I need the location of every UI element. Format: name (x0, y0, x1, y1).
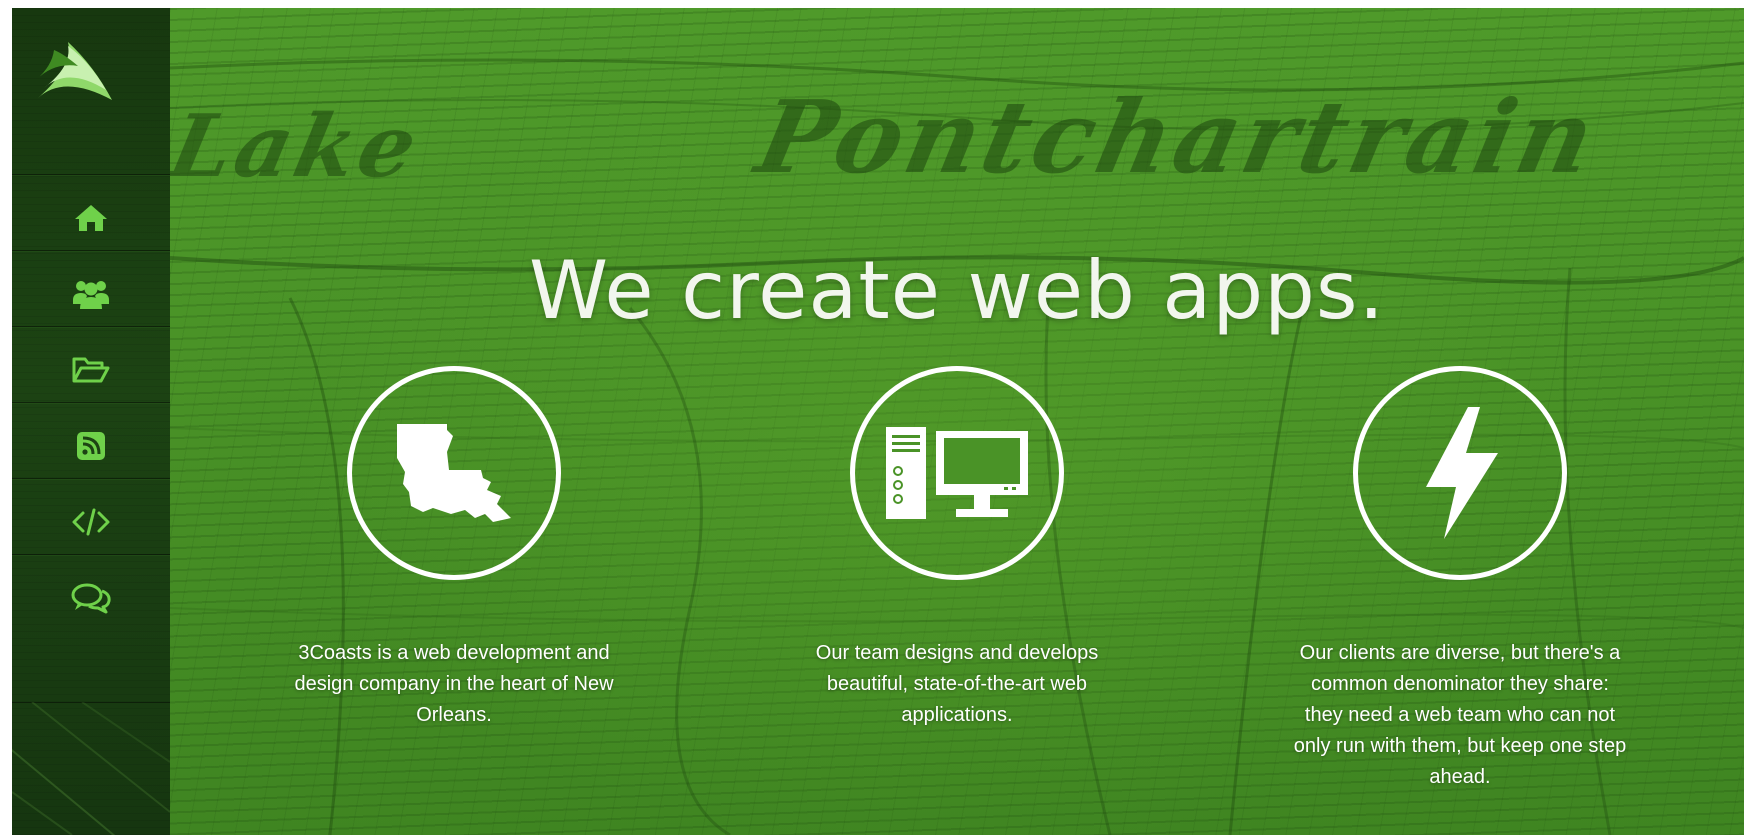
chat-bubbles-icon (71, 583, 111, 614)
rss-icon (77, 432, 105, 460)
folder-open-icon (72, 357, 110, 383)
feature-design: Our team designs and develops beautiful,… (747, 366, 1167, 731)
nav-contact[interactable] (12, 554, 170, 641)
nav-portfolio[interactable] (12, 326, 170, 413)
nav-code[interactable] (12, 478, 170, 565)
logo-icon[interactable] (34, 36, 114, 116)
nav-home[interactable] (12, 174, 170, 261)
feature-text: Our clients are diverse, but there's a c… (1293, 642, 1627, 788)
feature-icon-circle (1353, 366, 1567, 580)
feature-text: 3Coasts is a web development and design … (294, 642, 614, 726)
feature-clients: Our clients are diverse, but there's a c… (1250, 366, 1670, 793)
map-label-lake: Lake (161, 96, 430, 197)
feature-icon-circle (850, 366, 1064, 580)
home-icon (75, 205, 107, 231)
page-frame: Lake Pontchartrain We create web apps. 3… (12, 8, 1744, 835)
feature-text: Our team designs and develops beautiful,… (815, 642, 1099, 726)
lightning-bolt-icon (1426, 407, 1498, 539)
hero-section: Lake Pontchartrain We create web apps. 3… (161, 8, 1744, 835)
code-icon (72, 508, 110, 536)
desktop-computer-icon (886, 427, 1028, 519)
users-icon (73, 281, 109, 309)
feature-icon-circle (347, 366, 561, 580)
hero-headline: We create web apps. (529, 243, 1385, 337)
feature-location: 3Coasts is a web development and design … (244, 366, 664, 731)
nav-team[interactable] (12, 250, 170, 337)
sidebar-nav (12, 8, 170, 835)
map-label-pontchartrain: Pontchartrain (747, 78, 1609, 196)
nav-blog[interactable] (12, 402, 170, 489)
louisiana-state-icon (397, 424, 511, 522)
sidebar-map-decoration (12, 702, 170, 835)
